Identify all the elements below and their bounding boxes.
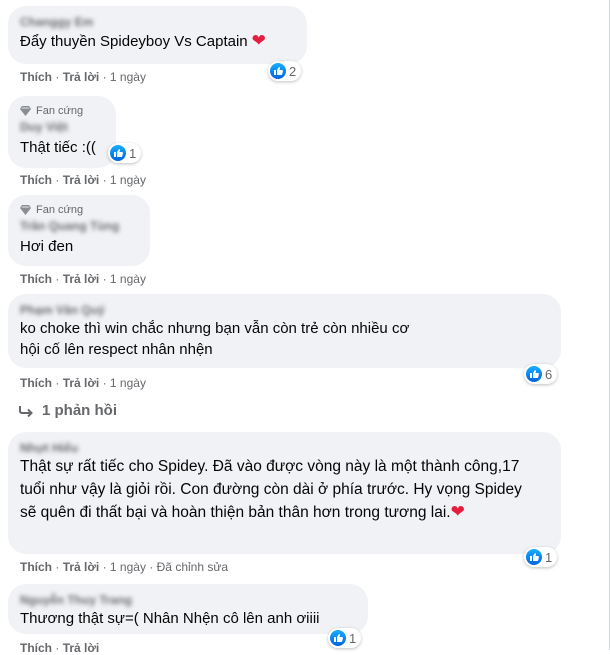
timestamp[interactable]: 1 ngày xyxy=(110,70,146,84)
like-reaction-icon xyxy=(330,630,346,646)
comment-text: Đẩy thuyền Spideyboy Vs Captain ❤ xyxy=(20,30,295,52)
separator: · xyxy=(102,376,107,390)
like-link[interactable]: Thích xyxy=(20,173,52,187)
comment-text: Thật sự rất tiếc cho Spidey. Đã vào được… xyxy=(20,456,530,525)
comment-bubble: Nguyễn Thuy Trang Thương thật sự=( Nhân … xyxy=(8,584,368,634)
reaction-number: 1 xyxy=(349,630,357,646)
like-link[interactable]: Thích xyxy=(20,560,52,574)
reaction-count[interactable]: 6 xyxy=(524,364,558,384)
commenter-name[interactable]: Changgy Em xyxy=(20,14,295,30)
reaction-number: 1 xyxy=(545,549,553,565)
separator: · xyxy=(102,272,107,286)
separator: · xyxy=(55,560,60,574)
timestamp[interactable]: 1 ngày xyxy=(110,173,146,187)
comment-text: ko choke thì win chắc nhưng bạn vẫn còn … xyxy=(20,320,410,358)
reply-link[interactable]: Trả lời xyxy=(63,173,100,187)
separator: · xyxy=(55,641,60,655)
like-reaction-icon xyxy=(110,145,126,161)
comment-text-content: Thật sự rất tiếc cho Spidey. Đã vào được… xyxy=(20,458,522,521)
edited-label[interactable]: Đã chỉnh sửa xyxy=(157,560,228,574)
comment-text: Hơi đen xyxy=(20,238,74,255)
reply-link[interactable]: Trả lời xyxy=(63,272,100,286)
reaction-count[interactable]: 1 xyxy=(524,547,558,567)
reaction-number: 6 xyxy=(545,366,553,382)
diamond-icon xyxy=(20,205,31,215)
separator: · xyxy=(102,70,107,84)
reaction-number: 1 xyxy=(129,145,137,161)
separator: · xyxy=(55,173,60,187)
like-reaction-icon xyxy=(526,366,542,382)
comment-actions: Thích · Trả lời · 1 ngày xyxy=(20,376,146,390)
comment-actions: Thích · Trả lời · 1 ngày xyxy=(20,272,146,286)
reaction-count[interactable]: 1 xyxy=(328,628,362,648)
fan-badge: Fan cứng xyxy=(20,203,138,217)
reply-link[interactable]: Trả lời xyxy=(63,560,100,574)
reaction-count[interactable]: 1 xyxy=(108,143,142,163)
comment-actions: Thích · Trả lời · 1 ngày · Đã chỉnh sửa xyxy=(20,560,228,574)
commenter-name[interactable]: Phạm Văn Quý xyxy=(20,302,549,318)
separator: · xyxy=(102,173,107,187)
badge-label: Fan cứng xyxy=(36,204,84,216)
comment-actions: Thích · Trả lời xyxy=(20,641,99,655)
view-replies-link[interactable]: 1 phản hồi xyxy=(18,402,117,419)
timestamp[interactable]: 1 ngày xyxy=(110,376,146,390)
badge-label: Fan cứng xyxy=(36,105,84,117)
reply-link[interactable]: Trả lời xyxy=(63,641,100,655)
timestamp[interactable]: 1 ngày xyxy=(110,560,146,574)
commenter-name[interactable]: Nguyễn Thuy Trang xyxy=(20,592,356,608)
reaction-number: 2 xyxy=(289,63,297,79)
separator: · xyxy=(55,272,60,286)
like-link[interactable]: Thích xyxy=(20,272,52,286)
comment-bubble: Phạm Văn Quý ko choke thì win chắc nhưng… xyxy=(8,294,561,368)
comment-text: Thương thật sự=( Nhân Nhện cô lên anh ơi… xyxy=(20,610,320,627)
commenter-name[interactable]: Trần Quang Tùng xyxy=(20,218,138,234)
reply-arrow-icon xyxy=(19,405,33,417)
reply-link[interactable]: Trả lời xyxy=(63,376,100,390)
comment-bubble: Fan cứng Duy Việt Thật tiếc :(( xyxy=(8,96,116,168)
comment-bubble: Fan cứng Trần Quang Tùng Hơi đen xyxy=(8,195,150,266)
separator: · xyxy=(102,560,107,574)
comment-bubble: Changgy Em Đẩy thuyền Spideyboy Vs Capta… xyxy=(8,6,307,64)
reaction-count[interactable]: 2 xyxy=(268,61,302,81)
timestamp[interactable]: 1 ngày xyxy=(110,272,146,286)
comment-actions: Thích · Trả lời · 1 ngày xyxy=(20,173,146,187)
separator: · xyxy=(55,376,60,390)
separator: · xyxy=(55,70,60,84)
like-link[interactable]: Thích xyxy=(20,641,52,655)
reply-link[interactable]: Trả lời xyxy=(63,70,100,84)
heart-icon: ❤ xyxy=(450,502,465,521)
comment-actions: Thích · Trả lời · 1 ngày xyxy=(20,70,146,84)
like-reaction-icon xyxy=(270,63,286,79)
fan-badge: Fan cứng xyxy=(20,104,104,118)
comment-text: Thật tiếc :(( xyxy=(20,139,96,156)
commenter-name[interactable]: Duy Việt xyxy=(20,119,104,135)
commenter-name[interactable]: Nhựt Hiếu xyxy=(20,440,549,456)
comment-bubble: Nhựt Hiếu Thật sự rất tiếc cho Spidey. Đ… xyxy=(8,432,561,554)
heart-icon: ❤ xyxy=(251,31,266,50)
diamond-icon xyxy=(20,106,31,116)
separator: · xyxy=(149,560,154,574)
like-reaction-icon xyxy=(526,549,542,565)
like-link[interactable]: Thích xyxy=(20,376,52,390)
comment-text-content: Đẩy thuyền Spideyboy Vs Captain xyxy=(20,33,248,50)
like-link[interactable]: Thích xyxy=(20,70,52,84)
replies-count-label: 1 phản hồi xyxy=(42,402,117,419)
